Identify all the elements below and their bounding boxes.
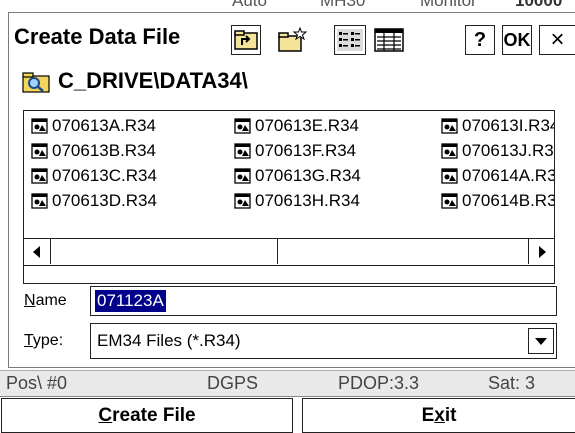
help-button[interactable]: ? — [465, 25, 495, 55]
list-view-button[interactable] — [334, 25, 366, 55]
dialog-title: Create Data File — [14, 24, 181, 49]
top-status-value: 10000 — [515, 0, 563, 10]
pdop-status: PDOP:3.3 — [338, 373, 420, 393]
data-file-icon — [31, 193, 48, 209]
data-file-icon — [234, 143, 251, 159]
data-file-icon — [31, 118, 48, 134]
create-file-accel: C — [98, 404, 113, 426]
file-name: 070613I.R34 — [462, 116, 555, 135]
file-name: 070614B.R34 — [462, 191, 554, 210]
exit-button[interactable]: Ex it — [302, 398, 575, 433]
name-label-text: ame — [35, 292, 67, 309]
file-name: 070613J.R34 — [462, 141, 555, 160]
file-list-item[interactable]: 070613C.R34 — [31, 165, 157, 187]
new-folder-icon — [277, 27, 307, 52]
name-input-value: 071123A — [95, 290, 166, 312]
file-list-item[interactable]: 070613J.R34 — [441, 140, 555, 162]
data-file-icon — [441, 118, 458, 134]
file-list-item[interactable]: 070613D.R34 — [31, 190, 157, 212]
arrow-right-icon — [538, 245, 546, 258]
file-list-item[interactable]: 070613H.R34 — [234, 190, 360, 212]
gps-status-bar: Pos\ #0 DGPS PDOP:3.3 Sat: 3 — [0, 370, 575, 397]
type-dropdown-button[interactable] — [528, 328, 554, 354]
file-list-item[interactable]: 070614A.R34 — [441, 165, 554, 187]
list-view-icon — [337, 29, 363, 51]
exit-accel: x — [434, 404, 445, 426]
data-file-icon — [441, 168, 458, 184]
details-view-icon — [374, 28, 404, 52]
name-input[interactable]: 071123A — [90, 286, 557, 316]
create-file-label: reate File — [112, 404, 196, 426]
folder-search-icon — [22, 72, 50, 93]
type-label-accel: T — [24, 332, 33, 349]
type-select-value: EM34 Files (*.R34) — [97, 331, 241, 350]
exit-label-a: E — [421, 404, 435, 426]
name-label: Name — [24, 292, 67, 310]
horizontal-scrollbar[interactable] — [23, 238, 555, 266]
data-file-icon — [234, 193, 251, 209]
file-name: 070613A.R34 — [52, 116, 156, 135]
data-file-icon — [31, 143, 48, 159]
data-file-icon — [441, 193, 458, 209]
file-list-item[interactable]: 070613F.R34 — [234, 140, 356, 162]
file-name: 070613C.R34 — [52, 166, 157, 185]
file-name: 070613G.R34 — [255, 166, 361, 185]
file-list-item[interactable]: 070613E.R34 — [234, 115, 359, 137]
data-file-icon — [31, 168, 48, 184]
name-label-accel: N — [24, 292, 36, 309]
scrollbar-thumb[interactable] — [50, 239, 278, 264]
data-file-icon — [234, 118, 251, 134]
create-file-button[interactable]: Create File — [1, 398, 293, 433]
top-status-auto: Auto — [232, 0, 267, 10]
details-view-button[interactable] — [372, 25, 406, 55]
file-name: 070613D.R34 — [52, 191, 157, 210]
up-folder-button[interactable] — [231, 25, 261, 55]
file-name: 070613F.R34 — [255, 141, 357, 160]
new-folder-button[interactable] — [276, 25, 307, 55]
gps-mode-status: DGPS — [207, 373, 259, 393]
type-label: Type: — [24, 332, 63, 350]
type-select[interactable]: EM34 Files (*.R34) — [90, 323, 557, 359]
file-name: 070613B.R34 — [52, 141, 156, 160]
close-button[interactable]: × — [539, 25, 575, 55]
top-status-monitor: Monitor — [420, 0, 477, 10]
satellite-status: Sat: 3 — [488, 373, 536, 393]
position-status: Pos\ #0 — [6, 373, 68, 393]
ok-button[interactable]: OK — [502, 25, 532, 55]
file-list-item[interactable]: 070613I.R34 — [441, 115, 555, 137]
exit-label-c: it — [444, 404, 457, 426]
scroll-right-button[interactable] — [528, 239, 554, 264]
file-name: 070613H.R34 — [255, 191, 360, 210]
arrow-left-icon — [33, 245, 40, 258]
scroll-left-button[interactable] — [24, 239, 50, 264]
data-file-icon — [441, 143, 458, 159]
up-folder-icon — [234, 30, 258, 50]
file-name: 070613E.R34 — [255, 116, 359, 135]
current-path: C_DRIVE\DATA34\ — [58, 68, 248, 93]
file-list-item[interactable]: 070614B.R34 — [441, 190, 554, 212]
data-file-icon — [234, 168, 251, 184]
file-name: 070614A.R34 — [462, 166, 554, 185]
file-list-item[interactable]: 070613G.R34 — [234, 165, 361, 187]
file-list-item[interactable]: 070613A.R34 — [31, 115, 156, 137]
type-label-text: ype: — [32, 332, 64, 349]
top-status-mode: MH30 — [320, 0, 366, 10]
file-list-item[interactable]: 070613B.R34 — [31, 140, 156, 162]
chevron-down-icon — [535, 338, 547, 345]
